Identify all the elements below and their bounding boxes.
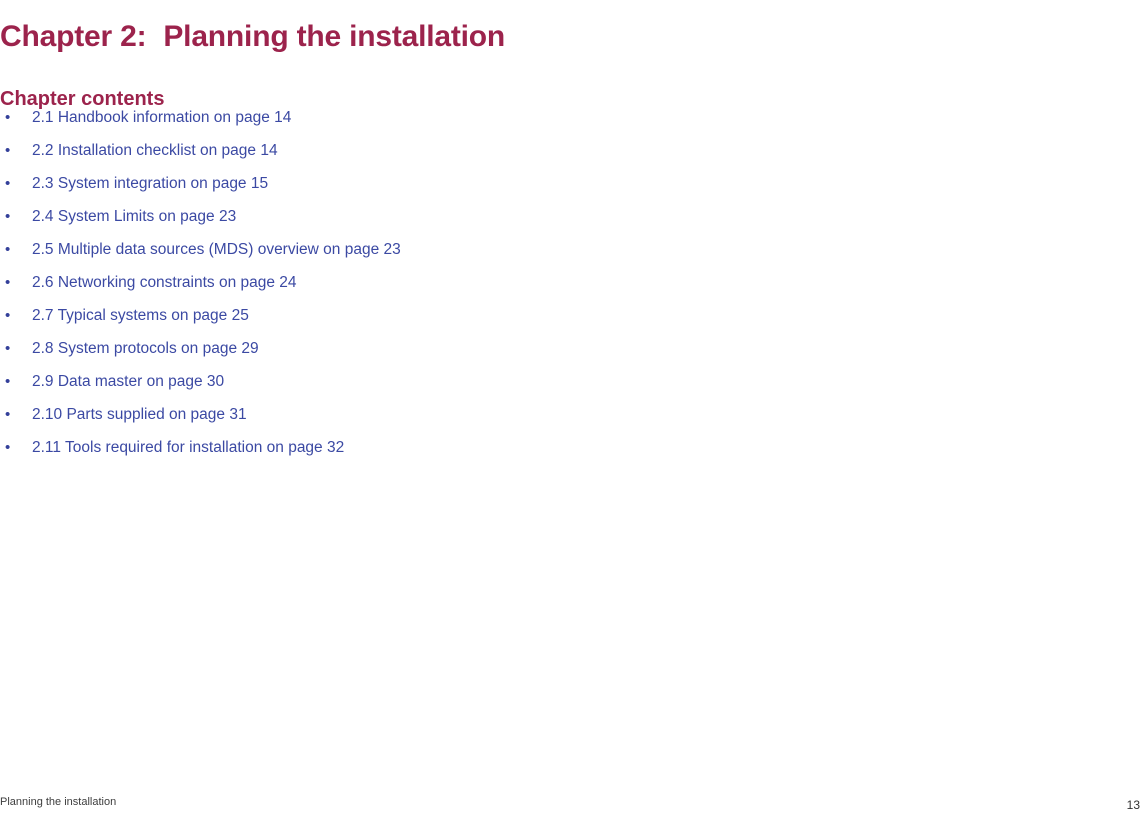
page-title: Chapter 2: Planning the installation — [0, 20, 505, 54]
toc-link-2-11[interactable]: 2.11 Tools required for installation on … — [32, 437, 344, 459]
toc-link-2-5[interactable]: 2.5 Multiple data sources (MDS) overview… — [32, 239, 401, 261]
footer-running-header: Planning the installation — [0, 796, 117, 808]
bullet-icon: • — [5, 439, 11, 456]
bullet-icon: • — [5, 208, 11, 225]
chapter-contents-list: • 2.1 Handbook information on page 14 • … — [0, 107, 1100, 470]
bullet-icon: • — [5, 406, 11, 423]
document-page: Chapter 2: Planning the installation Chap… — [0, 0, 1144, 813]
bullet-icon: • — [5, 307, 11, 324]
toc-link-2-4[interactable]: 2.4 System Limits on page 23 — [32, 206, 236, 228]
list-item[interactable]: • 2.5 Multiple data sources (MDS) overvi… — [0, 239, 1100, 272]
list-item[interactable]: • 2.11 Tools required for installation o… — [0, 437, 1100, 470]
toc-link-2-8[interactable]: 2.8 System protocols on page 29 — [32, 338, 259, 360]
toc-link-2-7[interactable]: 2.7 Typical systems on page 25 — [32, 305, 249, 327]
footer-page-number: 13 — [1126, 798, 1140, 812]
list-item[interactable]: • 2.2 Installation checklist on page 14 — [0, 140, 1100, 173]
list-item[interactable]: • 2.7 Typical systems on page 25 — [0, 305, 1100, 338]
list-item[interactable]: • 2.6 Networking constraints on page 24 — [0, 272, 1100, 305]
toc-link-2-10[interactable]: 2.10 Parts supplied on page 31 — [32, 404, 247, 426]
bullet-icon: • — [5, 142, 11, 159]
bullet-icon: • — [5, 274, 11, 291]
list-item[interactable]: • 2.4 System Limits on page 23 — [0, 206, 1100, 239]
list-item[interactable]: • 2.3 System integration on page 15 — [0, 173, 1100, 206]
list-item[interactable]: • 2.10 Parts supplied on page 31 — [0, 404, 1100, 437]
list-item[interactable]: • 2.1 Handbook information on page 14 — [0, 107, 1100, 140]
toc-link-2-9[interactable]: 2.9 Data master on page 30 — [32, 371, 224, 393]
toc-link-2-3[interactable]: 2.3 System integration on page 15 — [32, 173, 268, 195]
toc-link-2-1[interactable]: 2.1 Handbook information on page 14 — [32, 107, 291, 129]
chapter-number-label: Chapter 2: — [0, 20, 147, 54]
bullet-icon: • — [5, 241, 11, 258]
list-item[interactable]: • 2.8 System protocols on page 29 — [0, 338, 1100, 371]
bullet-icon: • — [5, 175, 11, 192]
bullet-icon: • — [5, 373, 11, 390]
list-item[interactable]: • 2.9 Data master on page 30 — [0, 371, 1100, 404]
toc-link-2-2[interactable]: 2.2 Installation checklist on page 14 — [32, 140, 278, 162]
toc-link-2-6[interactable]: 2.6 Networking constraints on page 24 — [32, 272, 297, 294]
bullet-icon: • — [5, 109, 11, 126]
chapter-title-text: Planning the installation — [163, 20, 506, 54]
bullet-icon: • — [5, 340, 11, 357]
